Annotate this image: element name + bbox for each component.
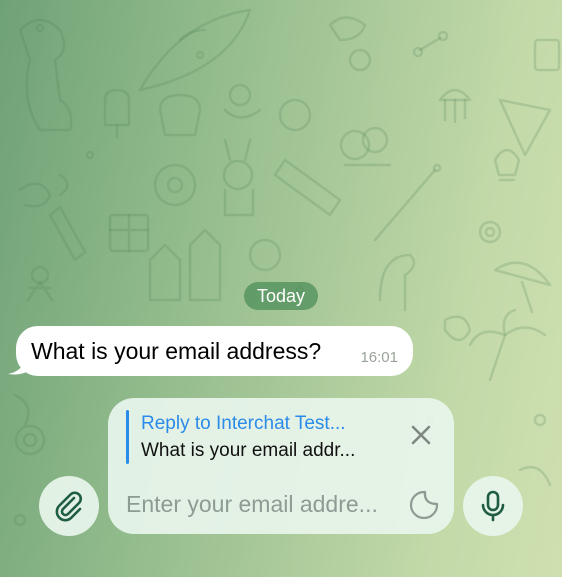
close-icon[interactable] bbox=[408, 422, 434, 448]
reply-accent-bar bbox=[126, 410, 129, 464]
email-input[interactable]: Enter your email addre... bbox=[126, 491, 378, 518]
attach-button[interactable] bbox=[39, 476, 99, 536]
paperclip-icon bbox=[55, 491, 82, 522]
sticker-icon[interactable] bbox=[408, 489, 440, 521]
microphone-icon bbox=[481, 490, 505, 522]
voice-record-button[interactable] bbox=[463, 476, 523, 536]
incoming-message-bubble[interactable]: What is your email address? 16:01 bbox=[16, 326, 413, 376]
reply-title[interactable]: Reply to Interchat Test... bbox=[141, 413, 346, 435]
date-separator: Today bbox=[244, 282, 318, 310]
message-composer: Reply to Interchat Test... What is your … bbox=[108, 398, 454, 534]
reply-preview[interactable]: What is your email addr... bbox=[141, 440, 355, 462]
message-timestamp: 16:01 bbox=[360, 349, 398, 366]
message-text: What is your email address? bbox=[31, 337, 322, 364]
